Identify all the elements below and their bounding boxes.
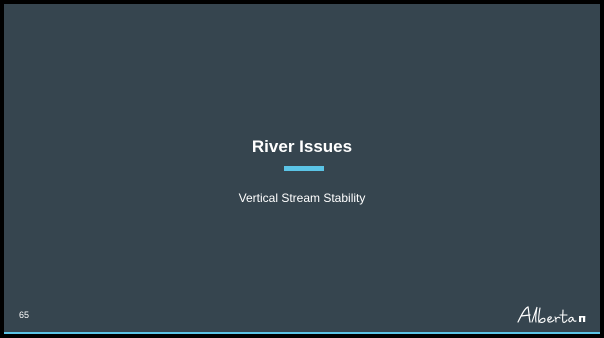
slide-subtitle: Vertical Stream Stability xyxy=(238,191,366,205)
bottom-accent-rule xyxy=(4,332,600,334)
slide-title: River Issues xyxy=(251,137,353,156)
slide: River Issues Vertical Stream Stability 6… xyxy=(4,4,600,334)
slide-page-number: 65 xyxy=(19,310,30,320)
alberta-logo xyxy=(517,306,586,324)
title-accent-bar xyxy=(284,166,324,171)
